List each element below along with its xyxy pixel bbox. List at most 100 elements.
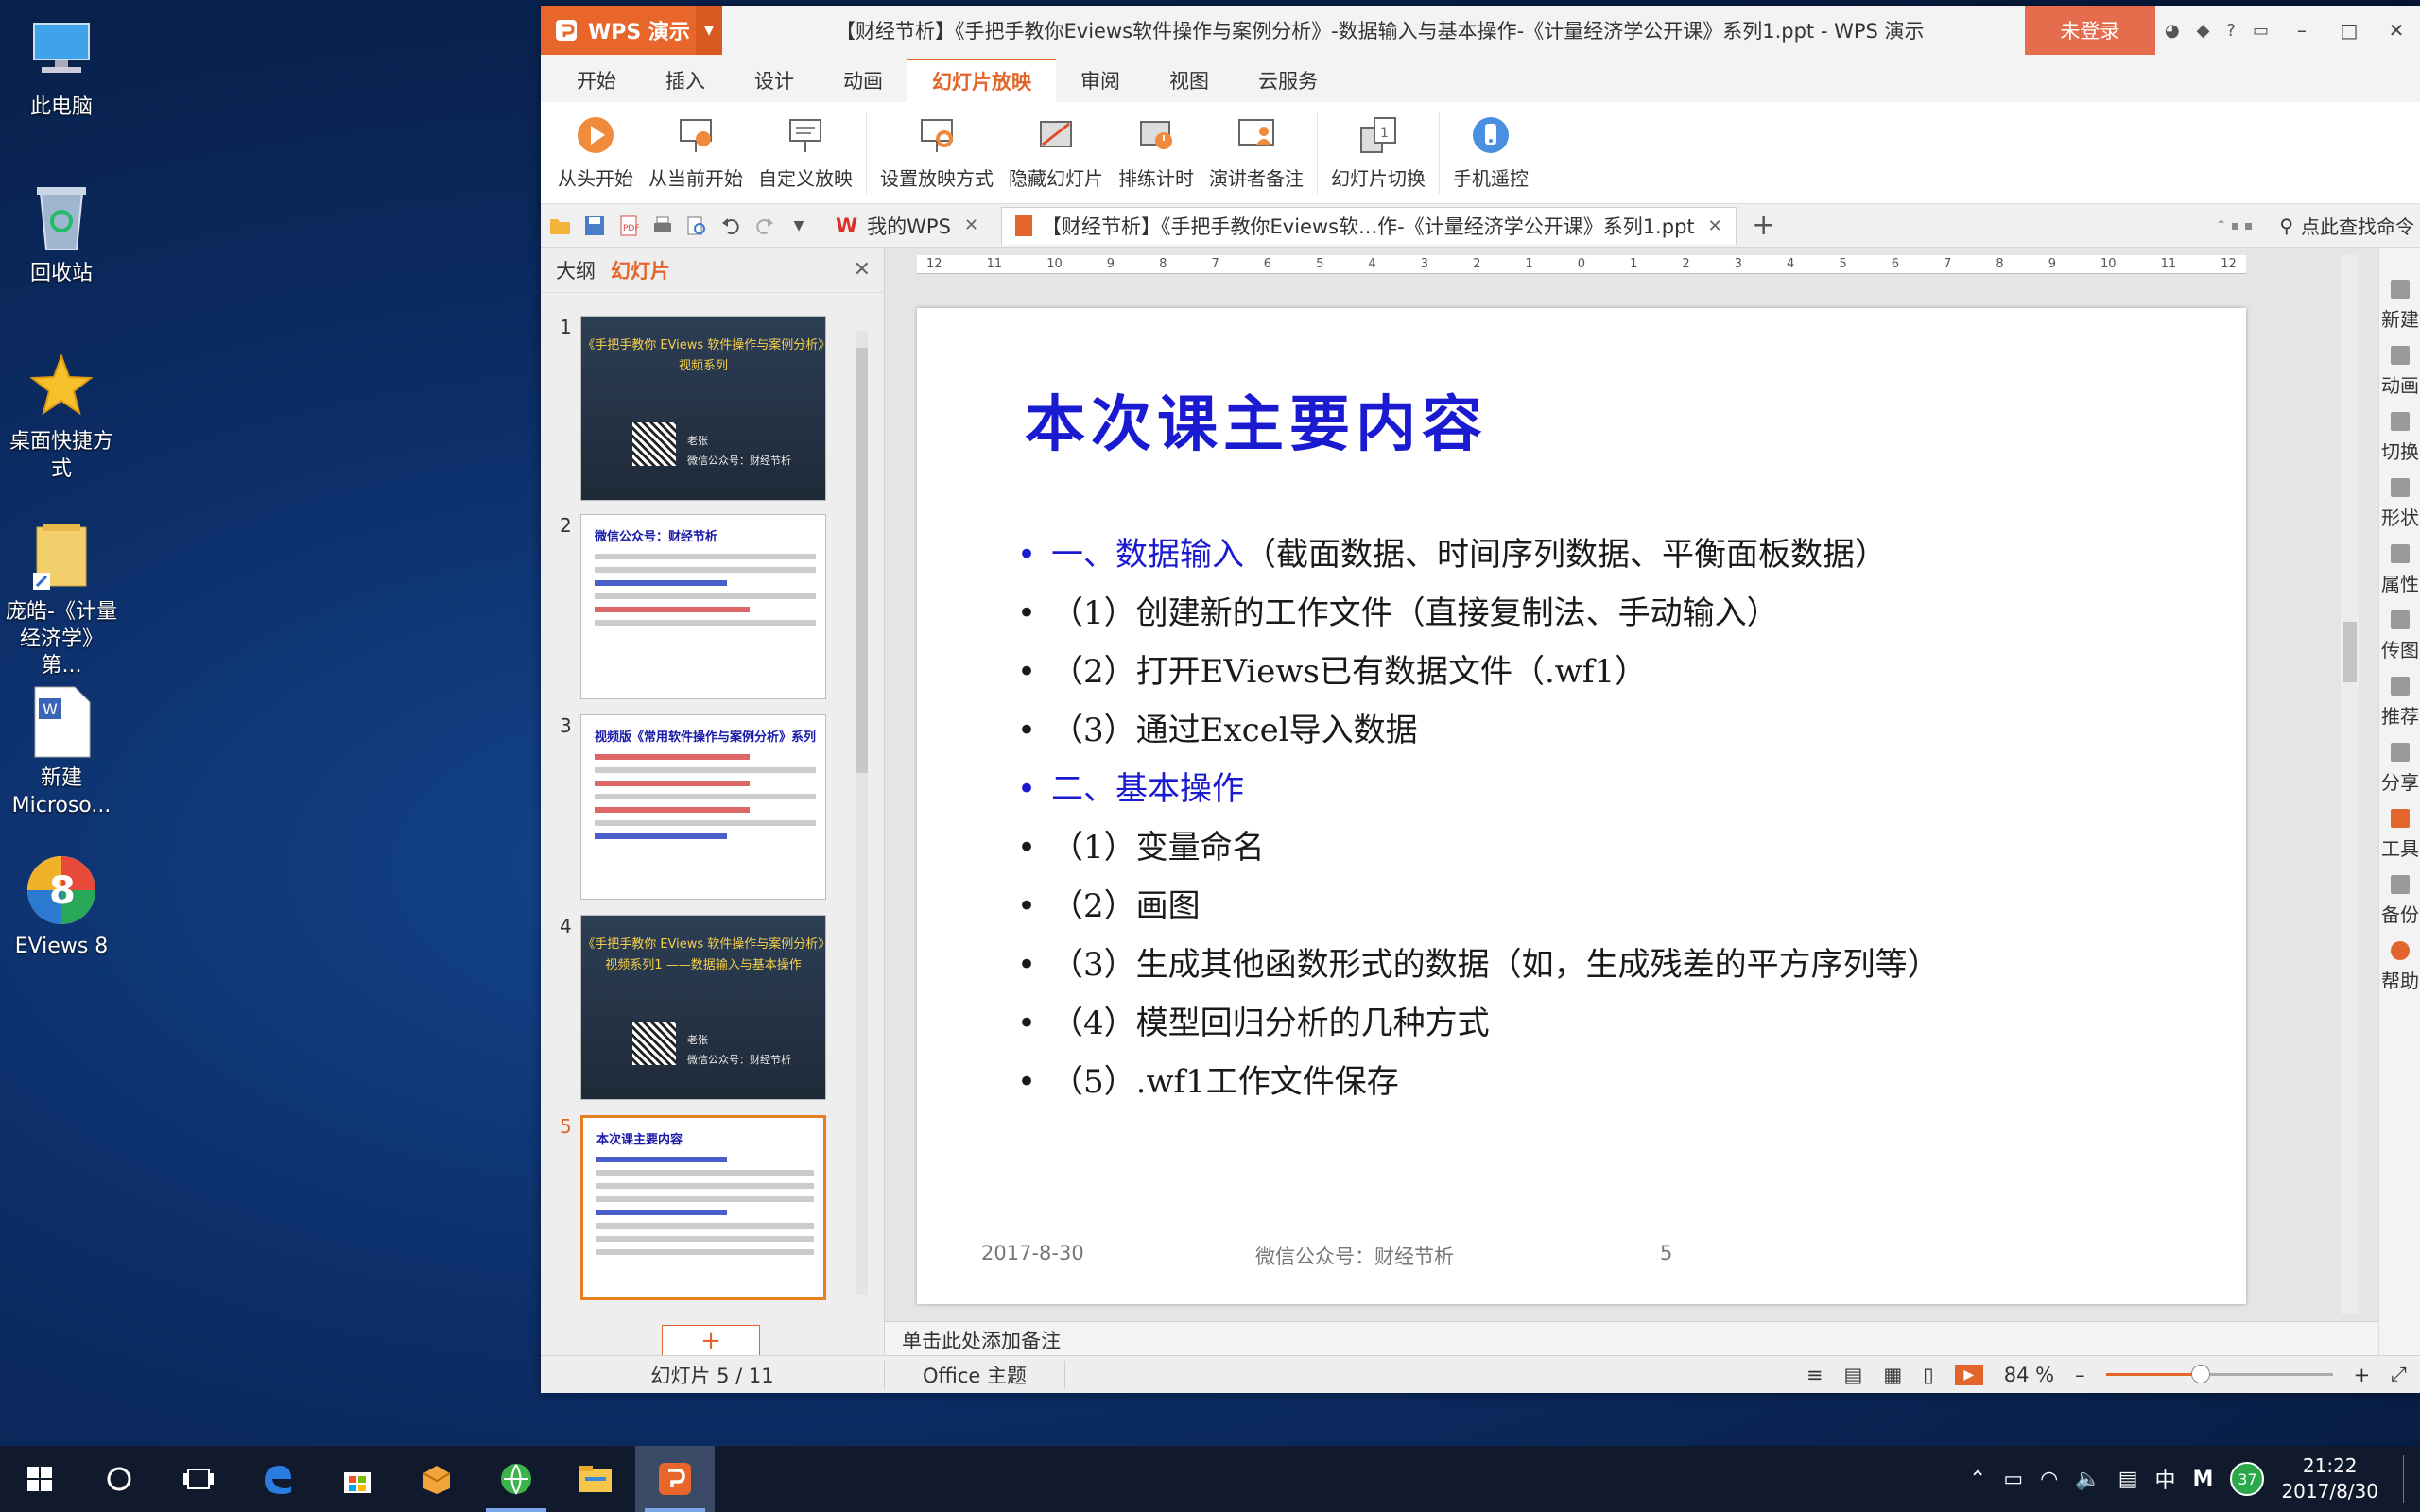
sidebar-item[interactable]: 动画 bbox=[2379, 346, 2420, 398]
close-icon[interactable]: ✕ bbox=[1708, 216, 1722, 236]
fit-window-icon[interactable]: ⤢ bbox=[2391, 1363, 2407, 1386]
phone-remote-button[interactable]: 手机遥控 bbox=[1445, 102, 1536, 203]
slide-transition-button[interactable]: 1 幻灯片切换 bbox=[1323, 102, 1433, 203]
minimize-button[interactable]: – bbox=[2278, 19, 2325, 42]
task-view-button[interactable] bbox=[159, 1446, 238, 1512]
app-menu-caret-icon[interactable]: ▼ bbox=[696, 6, 722, 55]
chevron-up-icon[interactable]: ⌃ bbox=[1969, 1468, 1986, 1491]
desktop-icon-folder[interactable]: 庞皓-《计量经济学》第... bbox=[0, 518, 123, 680]
help-icon[interactable]: ? bbox=[2226, 21, 2236, 41]
zoom-level[interactable]: 84 % bbox=[2004, 1364, 2054, 1386]
clock[interactable]: 21:22 2017/8/30 bbox=[2281, 1453, 2378, 1504]
desktop-icon-eviews[interactable]: 8 EViews 8 bbox=[0, 852, 123, 961]
menu-cloud[interactable]: 云服务 bbox=[1234, 59, 1342, 102]
new-tab-plus-icon[interactable]: + bbox=[1750, 209, 1778, 242]
ime-indicator[interactable]: 中 bbox=[2155, 1464, 2176, 1494]
slide-sorter-icon[interactable]: ▦ bbox=[1883, 1364, 1902, 1386]
slideshow-play-icon[interactable]: ▶ bbox=[1954, 1364, 1983, 1385]
print-icon[interactable] bbox=[648, 212, 677, 240]
setup-show-button[interactable]: 设置放映方式 bbox=[873, 102, 1001, 203]
sidebar-item[interactable]: 备份 bbox=[2379, 875, 2420, 927]
scrollbar-thumb[interactable] bbox=[2343, 622, 2357, 682]
taskbar-file-explorer[interactable] bbox=[556, 1446, 635, 1512]
slide-thumbnail-1[interactable]: 1 《手把手教你 EViews 软件操作与案例分析》视频系列 老张 微信公众号：财… bbox=[541, 316, 853, 501]
taskbar-package-app[interactable] bbox=[397, 1446, 476, 1512]
close-icon[interactable]: ✕ bbox=[854, 258, 871, 282]
taskbar-browser[interactable] bbox=[476, 1446, 556, 1512]
tab-slides[interactable]: 幻灯片 bbox=[603, 256, 678, 284]
search-taskbar-button[interactable] bbox=[79, 1446, 159, 1512]
print-preview-icon[interactable] bbox=[683, 212, 711, 240]
redo-icon[interactable] bbox=[751, 212, 779, 240]
color-wheel-icon[interactable]: ◕ bbox=[2165, 21, 2180, 41]
sidebar-item[interactable]: 属性 bbox=[2379, 544, 2420, 596]
scrollbar-thumb[interactable] bbox=[856, 348, 868, 773]
desktop-icon-shortcut[interactable]: 桌面快捷方式 bbox=[0, 348, 123, 483]
login-button[interactable]: 未登录 bbox=[2024, 6, 2155, 55]
slide-title[interactable]: 本次课主要内容 bbox=[1025, 376, 1488, 463]
taskbar-store[interactable] bbox=[318, 1446, 397, 1512]
slide-body[interactable]: • 一、数据输入（截面数据、时间序列数据、平衡面板数据） • （1）创建新的工作文件（… bbox=[1017, 531, 2152, 1117]
app-menu-button[interactable]: WPS 演示 ▼ bbox=[541, 6, 722, 55]
open-folder-icon[interactable] bbox=[546, 212, 575, 240]
m-app-icon[interactable]: M bbox=[2193, 1468, 2214, 1491]
sidebar-item[interactable]: 分享 bbox=[2379, 743, 2420, 795]
sidebar-item[interactable]: 切换 bbox=[2379, 412, 2420, 464]
notes-toggle-icon[interactable]: ≡ bbox=[1806, 1364, 1824, 1386]
sidebar-item[interactable]: 形状 bbox=[2379, 478, 2420, 530]
menu-slideshow[interactable]: 幻灯片放映 bbox=[908, 59, 1056, 102]
tab-my-wps[interactable]: W 我的WPS ✕ bbox=[822, 207, 992, 245]
sidebar-item[interactable]: 传图 bbox=[2379, 610, 2420, 662]
notification-icon[interactable]: ▤ bbox=[2118, 1468, 2138, 1491]
zoom-slider-knob[interactable] bbox=[2191, 1365, 2211, 1383]
zoom-in-icon[interactable]: + bbox=[2354, 1364, 2371, 1386]
current-slide[interactable]: 本次课主要内容 • 一、数据输入（截面数据、时间序列数据、平衡面板数据） • （1）创… bbox=[917, 308, 2246, 1304]
export-pdf-icon[interactable]: PDF bbox=[614, 212, 643, 240]
tab-document[interactable]: 【财经节析】《手把手教你Eviews软...作-《计量经济学公开课》系列1.pp… bbox=[1001, 206, 1737, 245]
skin-icon[interactable]: ◆ bbox=[2197, 21, 2210, 41]
slide-thumbnail-5[interactable]: 5 本次课主要内容 bbox=[541, 1115, 853, 1300]
wifi-icon[interactable]: ◠ bbox=[2040, 1468, 2058, 1491]
normal-view-icon[interactable]: ▤ bbox=[1843, 1364, 1862, 1386]
slide-thumbnail-3[interactable]: 3 视频版《常用软件操作与案例分析》系列 bbox=[541, 714, 853, 900]
from-current-button[interactable]: 从当前开始 bbox=[641, 102, 751, 203]
editor-scrollbar[interactable] bbox=[2341, 255, 2360, 1314]
slide-thumbnail-4[interactable]: 4 《手把手教你 EViews 软件操作与案例分析》视频系列1 ——数据输入与基… bbox=[541, 915, 853, 1100]
start-button[interactable] bbox=[0, 1446, 79, 1512]
custom-show-button[interactable]: 自定义放映 bbox=[751, 102, 860, 203]
restore-layout-icon[interactable]: ▭ bbox=[2253, 21, 2269, 41]
close-icon[interactable]: ✕ bbox=[964, 215, 978, 235]
command-search[interactable]: ⌃ ▪ ▪ ⚲ 点此查找命令 bbox=[2216, 212, 2420, 239]
sidebar-item[interactable]: 新建 bbox=[2379, 280, 2420, 332]
desktop-icon-word-doc[interactable]: W 新建 Microso... bbox=[0, 684, 123, 819]
taskbar-wps-presentation[interactable] bbox=[635, 1446, 715, 1512]
quick-access-dropdown-icon[interactable]: ▼ bbox=[785, 212, 813, 240]
tab-outline[interactable]: 大纲 bbox=[548, 256, 603, 284]
menu-insert[interactable]: 插入 bbox=[641, 59, 730, 102]
thumbnail-scrollbar[interactable] bbox=[851, 312, 873, 1314]
menu-animation[interactable]: 动画 bbox=[819, 59, 908, 102]
desktop-icon-this-pc[interactable]: 此电脑 bbox=[0, 13, 123, 122]
sidebar-item[interactable]: 帮助 bbox=[2379, 941, 2420, 993]
slide-thumbnail-2[interactable]: 2 微信公众号：财经节析 bbox=[541, 514, 853, 699]
close-button[interactable]: ✕ bbox=[2373, 19, 2420, 42]
sidebar-item[interactable]: 工具 bbox=[2379, 809, 2420, 861]
hide-slide-button[interactable]: 隐藏幻灯片 bbox=[1001, 102, 1111, 203]
menu-design[interactable]: 设计 bbox=[730, 59, 819, 102]
desktop-icon-recycle-bin[interactable]: 回收站 bbox=[0, 180, 123, 288]
from-beginning-button[interactable]: 从头开始 bbox=[550, 102, 641, 203]
volume-icon[interactable]: 🔈 bbox=[2075, 1468, 2100, 1491]
menu-review[interactable]: 审阅 bbox=[1056, 59, 1145, 102]
zoom-slider[interactable] bbox=[2105, 1365, 2333, 1383]
zoom-out-icon[interactable]: – bbox=[2075, 1364, 2085, 1386]
menu-view[interactable]: 视图 bbox=[1145, 59, 1234, 102]
add-slide-button[interactable]: + bbox=[662, 1325, 760, 1357]
save-icon[interactable] bbox=[580, 212, 609, 240]
presenter-notes-button[interactable]: 演讲者备注 bbox=[1201, 102, 1311, 203]
reading-view-icon[interactable]: ▯ bbox=[1923, 1364, 1934, 1386]
security-badge[interactable]: 37 bbox=[2230, 1462, 2265, 1496]
notes-pane[interactable]: 单击此处添加备注 bbox=[885, 1321, 2378, 1355]
show-desktop-icon[interactable] bbox=[2403, 1455, 2407, 1503]
menu-home[interactable]: 开始 bbox=[552, 59, 641, 102]
theme-name[interactable]: Office 主题 bbox=[885, 1360, 1065, 1389]
